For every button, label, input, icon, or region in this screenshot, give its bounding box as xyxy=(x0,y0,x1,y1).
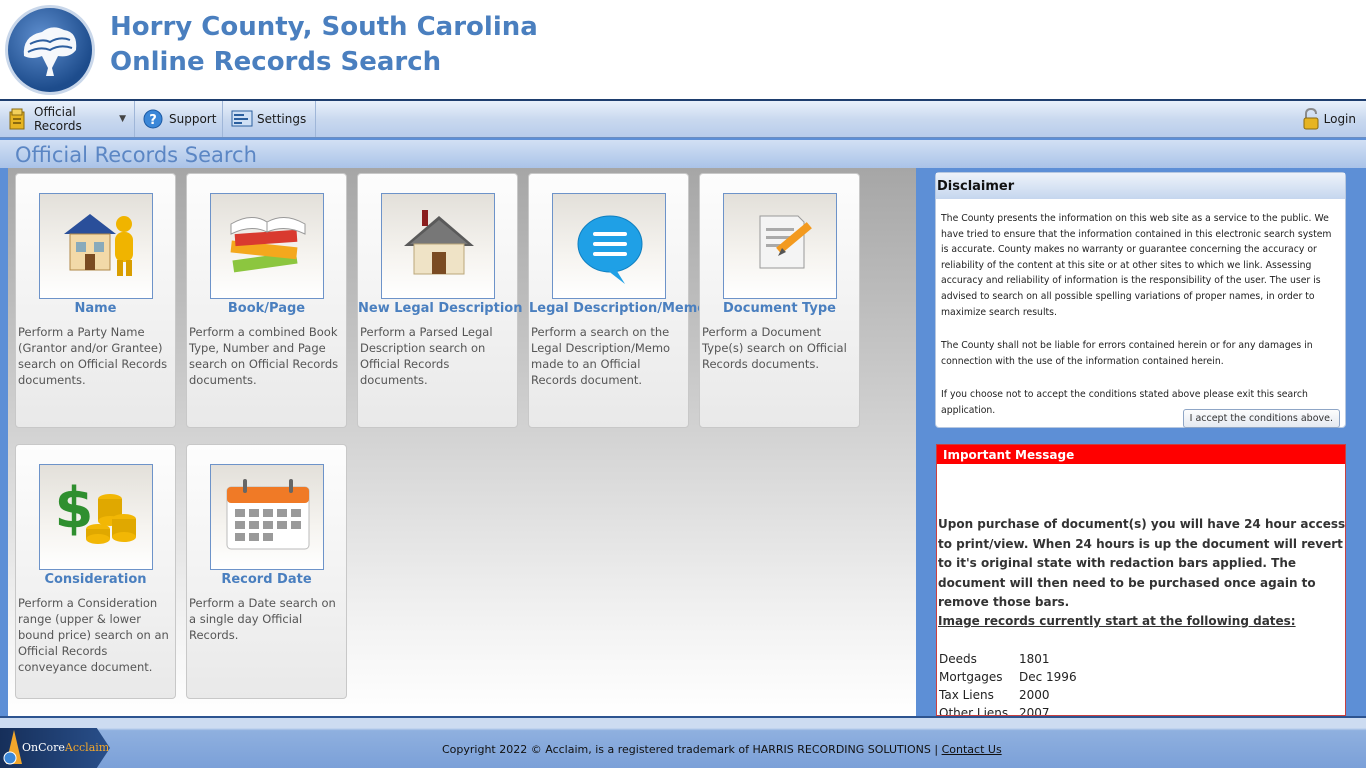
menu-support[interactable]: ? Support xyxy=(135,101,223,137)
document-pencil-icon xyxy=(723,193,837,299)
books-icon xyxy=(210,193,324,299)
record-start: 1801 xyxy=(1019,652,1050,666)
site-footer: OnCoreAcclaim Copyright 2022 © Acclaim, … xyxy=(0,716,1366,768)
tile-record-date-title: Record Date xyxy=(221,572,312,587)
record-start: 2007 xyxy=(1019,706,1050,716)
date-row: Other Liens 2007 xyxy=(939,706,1077,716)
disclaimer-paragraph: The County shall not be liable for error… xyxy=(941,340,1313,367)
tile-new-legal-description-description: Perform a Parsed Legal Description searc… xyxy=(360,325,493,387)
site-title-line1: Horry County, South Carolina xyxy=(110,12,538,42)
tile-consideration-title: Consideration xyxy=(44,572,147,587)
tile-legal-description-memo-description: Perform a search on the Legal Descriptio… xyxy=(531,325,671,387)
settings-icon xyxy=(231,108,253,130)
search-tiles-panel: Name Perform a Party Name (Grantor and/o… xyxy=(8,168,916,716)
page-title: Official Records Search xyxy=(0,140,1366,168)
tile-document-type-description: Perform a Document Type(s) search on Off… xyxy=(702,325,847,371)
date-row: Tax Liens 2000 xyxy=(939,688,1077,706)
logo-text: OnCoreAcclaim xyxy=(22,741,110,754)
contact-us-link[interactable]: Contact Us xyxy=(942,743,1002,756)
tile-consideration-search[interactable]: $ Consideration Perform a Consideration … xyxy=(15,444,176,699)
image-records-dates-table: Deeds 1801 Mortgages Dec 1996 Tax Liens 200… xyxy=(939,652,1077,716)
tile-document-type-title: Document Type xyxy=(723,301,836,316)
calendar-icon xyxy=(210,464,324,570)
site-header: Horry County, South Carolina Online Reco… xyxy=(0,0,1366,101)
tile-legal-description-memo-search[interactable]: Legal Description/Memo Perform a search … xyxy=(528,173,707,428)
date-row: Deeds 1801 xyxy=(939,652,1077,670)
copyright-label: Copyright 2022 © Acclaim, is a registere… xyxy=(442,743,942,756)
record-start: 2000 xyxy=(1019,688,1050,702)
login-button[interactable]: Login xyxy=(1302,101,1356,137)
oncore-acclaim-logo: OnCoreAcclaim xyxy=(0,728,110,768)
menu-settings-label: Settings xyxy=(257,112,307,126)
important-message-heading: Important Message xyxy=(937,445,1345,464)
disclaimer-text: The County presents the information on t… xyxy=(941,211,1341,437)
official-records-icon xyxy=(8,108,28,130)
copyright-text: Copyright 2022 © Acclaim, is a registere… xyxy=(442,743,1002,756)
important-message-panel: Important Message Upon purchase of docum… xyxy=(936,444,1346,716)
tile-new-legal-description-title: New Legal Description xyxy=(358,301,523,316)
tile-document-type-search[interactable]: Document Type Perform a Document Type(s)… xyxy=(699,173,860,428)
tile-book-page-description: Perform a combined Book Type, Number and… xyxy=(189,325,339,387)
accept-conditions-button[interactable]: I accept the conditions above. xyxy=(1182,409,1340,428)
tile-record-date-description: Perform a Date search on a single day Of… xyxy=(189,596,336,642)
record-type: Other Liens xyxy=(939,706,1009,716)
site-title-line2: Online Records Search xyxy=(110,47,442,77)
menu-support-label: Support xyxy=(169,112,217,126)
tile-name-description: Perform a Party Name (Grantor and/or Gra… xyxy=(18,325,168,387)
menu-official-records-label: Official Records xyxy=(34,105,82,133)
disclaimer-paragraph: The County presents the information on t… xyxy=(941,213,1332,318)
chevron-down-icon: ▼ xyxy=(119,114,126,124)
image-records-subheading: Image records currently start at the fol… xyxy=(938,614,1296,628)
house-icon xyxy=(381,193,495,299)
record-start: Dec 1996 xyxy=(1019,670,1077,684)
svg-text:?: ? xyxy=(149,113,157,128)
menu-settings[interactable]: Settings xyxy=(223,101,316,137)
tile-name-title: Name xyxy=(74,301,117,316)
speech-bubble-icon xyxy=(552,193,666,299)
tile-book-page-title: Book/Page xyxy=(227,301,306,316)
dollar-coins-icon: $ xyxy=(39,464,153,570)
disclaimer-panel: Disclaimer The County presents the infor… xyxy=(935,172,1346,428)
record-type: Mortgages xyxy=(939,670,1003,684)
help-icon: ? xyxy=(143,108,163,130)
record-type: Deeds xyxy=(939,652,977,666)
tile-consideration-description: Perform a Consideration range (upper & l… xyxy=(18,596,169,674)
date-row: Mortgages Dec 1996 xyxy=(939,670,1077,688)
menu-official-records[interactable]: Official Records ▼ xyxy=(0,101,135,137)
tile-name-search[interactable]: Name Perform a Party Name (Grantor and/o… xyxy=(15,173,176,428)
main-menubar: Official Records ▼ ? Support Settings Lo… xyxy=(0,101,1366,138)
tile-book-page-search[interactable]: Book/Page Perform a combined Book Type, … xyxy=(186,173,347,428)
tile-new-legal-description-search[interactable]: New Legal Description Perform a Parsed L… xyxy=(357,173,523,428)
padlock-icon xyxy=(1302,107,1320,130)
house-person-icon xyxy=(39,193,153,299)
important-message-body: Upon purchase of document(s) you will ha… xyxy=(938,517,1346,609)
tile-record-date-search[interactable]: Record Date Perform a Date search on a s… xyxy=(186,444,347,699)
tile-legal-description-memo-title: Legal Description/Memo xyxy=(529,301,707,316)
county-seal-logo xyxy=(5,5,95,95)
login-label: Login xyxy=(1323,112,1356,126)
record-type: Tax Liens xyxy=(939,688,994,702)
disclaimer-heading: Disclaimer xyxy=(936,173,1345,199)
